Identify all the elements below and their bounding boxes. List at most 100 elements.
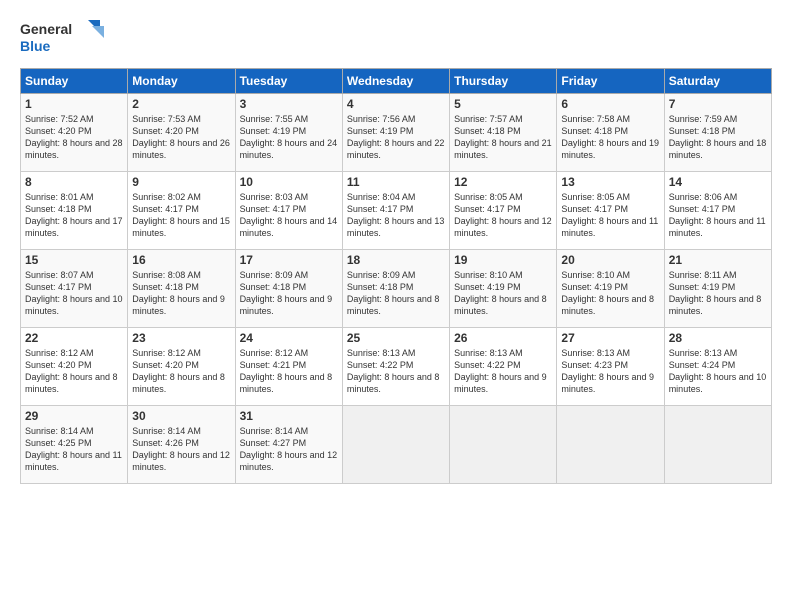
day-number: 19 — [454, 253, 552, 267]
day-details: Sunrise: 8:09 AMSunset: 4:18 PMDaylight:… — [240, 270, 333, 316]
day-number: 3 — [240, 97, 338, 111]
day-details: Sunrise: 8:03 AMSunset: 4:17 PMDaylight:… — [240, 192, 338, 238]
calendar-header-cell: Monday — [128, 69, 235, 94]
day-number: 16 — [132, 253, 230, 267]
day-number: 29 — [25, 409, 123, 423]
logo: General Blue — [20, 16, 110, 58]
calendar-day-cell: 5 Sunrise: 7:57 AMSunset: 4:18 PMDayligh… — [450, 94, 557, 172]
day-number: 12 — [454, 175, 552, 189]
day-details: Sunrise: 8:07 AMSunset: 4:17 PMDaylight:… — [25, 270, 123, 316]
calendar-day-cell — [557, 406, 664, 484]
day-number: 7 — [669, 97, 767, 111]
day-number: 14 — [669, 175, 767, 189]
calendar-day-cell: 25 Sunrise: 8:13 AMSunset: 4:22 PMDaylig… — [342, 328, 449, 406]
day-number: 11 — [347, 175, 445, 189]
day-number: 15 — [25, 253, 123, 267]
day-number: 2 — [132, 97, 230, 111]
day-details: Sunrise: 7:59 AMSunset: 4:18 PMDaylight:… — [669, 114, 767, 160]
calendar-header-cell: Tuesday — [235, 69, 342, 94]
day-number: 13 — [561, 175, 659, 189]
day-details: Sunrise: 8:02 AMSunset: 4:17 PMDaylight:… — [132, 192, 230, 238]
calendar-day-cell: 17 Sunrise: 8:09 AMSunset: 4:18 PMDaylig… — [235, 250, 342, 328]
day-number: 24 — [240, 331, 338, 345]
day-number: 8 — [25, 175, 123, 189]
page: General Blue SundayMondayTuesdayWednesda… — [0, 0, 792, 612]
day-number: 30 — [132, 409, 230, 423]
calendar-day-cell: 1 Sunrise: 7:52 AMSunset: 4:20 PMDayligh… — [21, 94, 128, 172]
calendar-day-cell: 22 Sunrise: 8:12 AMSunset: 4:20 PMDaylig… — [21, 328, 128, 406]
calendar-day-cell: 24 Sunrise: 8:12 AMSunset: 4:21 PMDaylig… — [235, 328, 342, 406]
calendar-header-cell: Friday — [557, 69, 664, 94]
calendar-day-cell: 9 Sunrise: 8:02 AMSunset: 4:17 PMDayligh… — [128, 172, 235, 250]
day-details: Sunrise: 8:05 AMSunset: 4:17 PMDaylight:… — [454, 192, 552, 238]
day-details: Sunrise: 8:14 AMSunset: 4:26 PMDaylight:… — [132, 426, 230, 472]
calendar-day-cell: 12 Sunrise: 8:05 AMSunset: 4:17 PMDaylig… — [450, 172, 557, 250]
day-details: Sunrise: 8:13 AMSunset: 4:24 PMDaylight:… — [669, 348, 767, 394]
day-details: Sunrise: 8:13 AMSunset: 4:22 PMDaylight:… — [347, 348, 440, 394]
calendar-day-cell: 21 Sunrise: 8:11 AMSunset: 4:19 PMDaylig… — [664, 250, 771, 328]
calendar-header-cell: Wednesday — [342, 69, 449, 94]
calendar-header-cell: Saturday — [664, 69, 771, 94]
calendar-day-cell: 19 Sunrise: 8:10 AMSunset: 4:19 PMDaylig… — [450, 250, 557, 328]
calendar-table: SundayMondayTuesdayWednesdayThursdayFrid… — [20, 68, 772, 484]
day-details: Sunrise: 8:12 AMSunset: 4:20 PMDaylight:… — [25, 348, 118, 394]
day-number: 1 — [25, 97, 123, 111]
calendar-day-cell: 16 Sunrise: 8:08 AMSunset: 4:18 PMDaylig… — [128, 250, 235, 328]
day-details: Sunrise: 8:10 AMSunset: 4:19 PMDaylight:… — [561, 270, 654, 316]
calendar-day-cell: 6 Sunrise: 7:58 AMSunset: 4:18 PMDayligh… — [557, 94, 664, 172]
day-number: 21 — [669, 253, 767, 267]
day-number: 31 — [240, 409, 338, 423]
day-details: Sunrise: 8:06 AMSunset: 4:17 PMDaylight:… — [669, 192, 766, 238]
calendar-header-cell: Thursday — [450, 69, 557, 94]
calendar-day-cell: 31 Sunrise: 8:14 AMSunset: 4:27 PMDaylig… — [235, 406, 342, 484]
logo-svg: General Blue — [20, 16, 110, 58]
calendar-day-cell: 27 Sunrise: 8:13 AMSunset: 4:23 PMDaylig… — [557, 328, 664, 406]
day-details: Sunrise: 7:53 AMSunset: 4:20 PMDaylight:… — [132, 114, 230, 160]
calendar-day-cell: 11 Sunrise: 8:04 AMSunset: 4:17 PMDaylig… — [342, 172, 449, 250]
day-number: 5 — [454, 97, 552, 111]
calendar-day-cell: 28 Sunrise: 8:13 AMSunset: 4:24 PMDaylig… — [664, 328, 771, 406]
day-number: 18 — [347, 253, 445, 267]
day-number: 23 — [132, 331, 230, 345]
day-number: 9 — [132, 175, 230, 189]
day-details: Sunrise: 8:05 AMSunset: 4:17 PMDaylight:… — [561, 192, 658, 238]
day-details: Sunrise: 7:56 AMSunset: 4:19 PMDaylight:… — [347, 114, 445, 160]
day-number: 10 — [240, 175, 338, 189]
day-number: 27 — [561, 331, 659, 345]
svg-text:Blue: Blue — [20, 38, 51, 54]
calendar-day-cell: 14 Sunrise: 8:06 AMSunset: 4:17 PMDaylig… — [664, 172, 771, 250]
calendar-day-cell: 29 Sunrise: 8:14 AMSunset: 4:25 PMDaylig… — [21, 406, 128, 484]
day-number: 28 — [669, 331, 767, 345]
day-number: 22 — [25, 331, 123, 345]
day-details: Sunrise: 8:08 AMSunset: 4:18 PMDaylight:… — [132, 270, 225, 316]
calendar-day-cell: 2 Sunrise: 7:53 AMSunset: 4:20 PMDayligh… — [128, 94, 235, 172]
calendar-header-cell: Sunday — [21, 69, 128, 94]
day-details: Sunrise: 8:01 AMSunset: 4:18 PMDaylight:… — [25, 192, 123, 238]
calendar-week-row: 8 Sunrise: 8:01 AMSunset: 4:18 PMDayligh… — [21, 172, 772, 250]
day-number: 4 — [347, 97, 445, 111]
calendar-day-cell — [664, 406, 771, 484]
calendar-day-cell: 8 Sunrise: 8:01 AMSunset: 4:18 PMDayligh… — [21, 172, 128, 250]
day-details: Sunrise: 7:57 AMSunset: 4:18 PMDaylight:… — [454, 114, 552, 160]
day-number: 26 — [454, 331, 552, 345]
calendar-week-row: 29 Sunrise: 8:14 AMSunset: 4:25 PMDaylig… — [21, 406, 772, 484]
day-number: 25 — [347, 331, 445, 345]
calendar-day-cell: 20 Sunrise: 8:10 AMSunset: 4:19 PMDaylig… — [557, 250, 664, 328]
day-details: Sunrise: 8:09 AMSunset: 4:18 PMDaylight:… — [347, 270, 440, 316]
calendar-day-cell: 10 Sunrise: 8:03 AMSunset: 4:17 PMDaylig… — [235, 172, 342, 250]
day-details: Sunrise: 8:13 AMSunset: 4:22 PMDaylight:… — [454, 348, 547, 394]
calendar-body: 1 Sunrise: 7:52 AMSunset: 4:20 PMDayligh… — [21, 94, 772, 484]
calendar-day-cell: 30 Sunrise: 8:14 AMSunset: 4:26 PMDaylig… — [128, 406, 235, 484]
calendar-day-cell — [450, 406, 557, 484]
header: General Blue — [20, 16, 772, 58]
calendar-day-cell: 7 Sunrise: 7:59 AMSunset: 4:18 PMDayligh… — [664, 94, 771, 172]
day-details: Sunrise: 8:04 AMSunset: 4:17 PMDaylight:… — [347, 192, 445, 238]
svg-text:General: General — [20, 21, 72, 37]
calendar-week-row: 1 Sunrise: 7:52 AMSunset: 4:20 PMDayligh… — [21, 94, 772, 172]
calendar-header-row: SundayMondayTuesdayWednesdayThursdayFrid… — [21, 69, 772, 94]
day-details: Sunrise: 7:55 AMSunset: 4:19 PMDaylight:… — [240, 114, 338, 160]
calendar-day-cell: 15 Sunrise: 8:07 AMSunset: 4:17 PMDaylig… — [21, 250, 128, 328]
calendar-day-cell: 3 Sunrise: 7:55 AMSunset: 4:19 PMDayligh… — [235, 94, 342, 172]
day-details: Sunrise: 8:12 AMSunset: 4:20 PMDaylight:… — [132, 348, 225, 394]
day-number: 17 — [240, 253, 338, 267]
